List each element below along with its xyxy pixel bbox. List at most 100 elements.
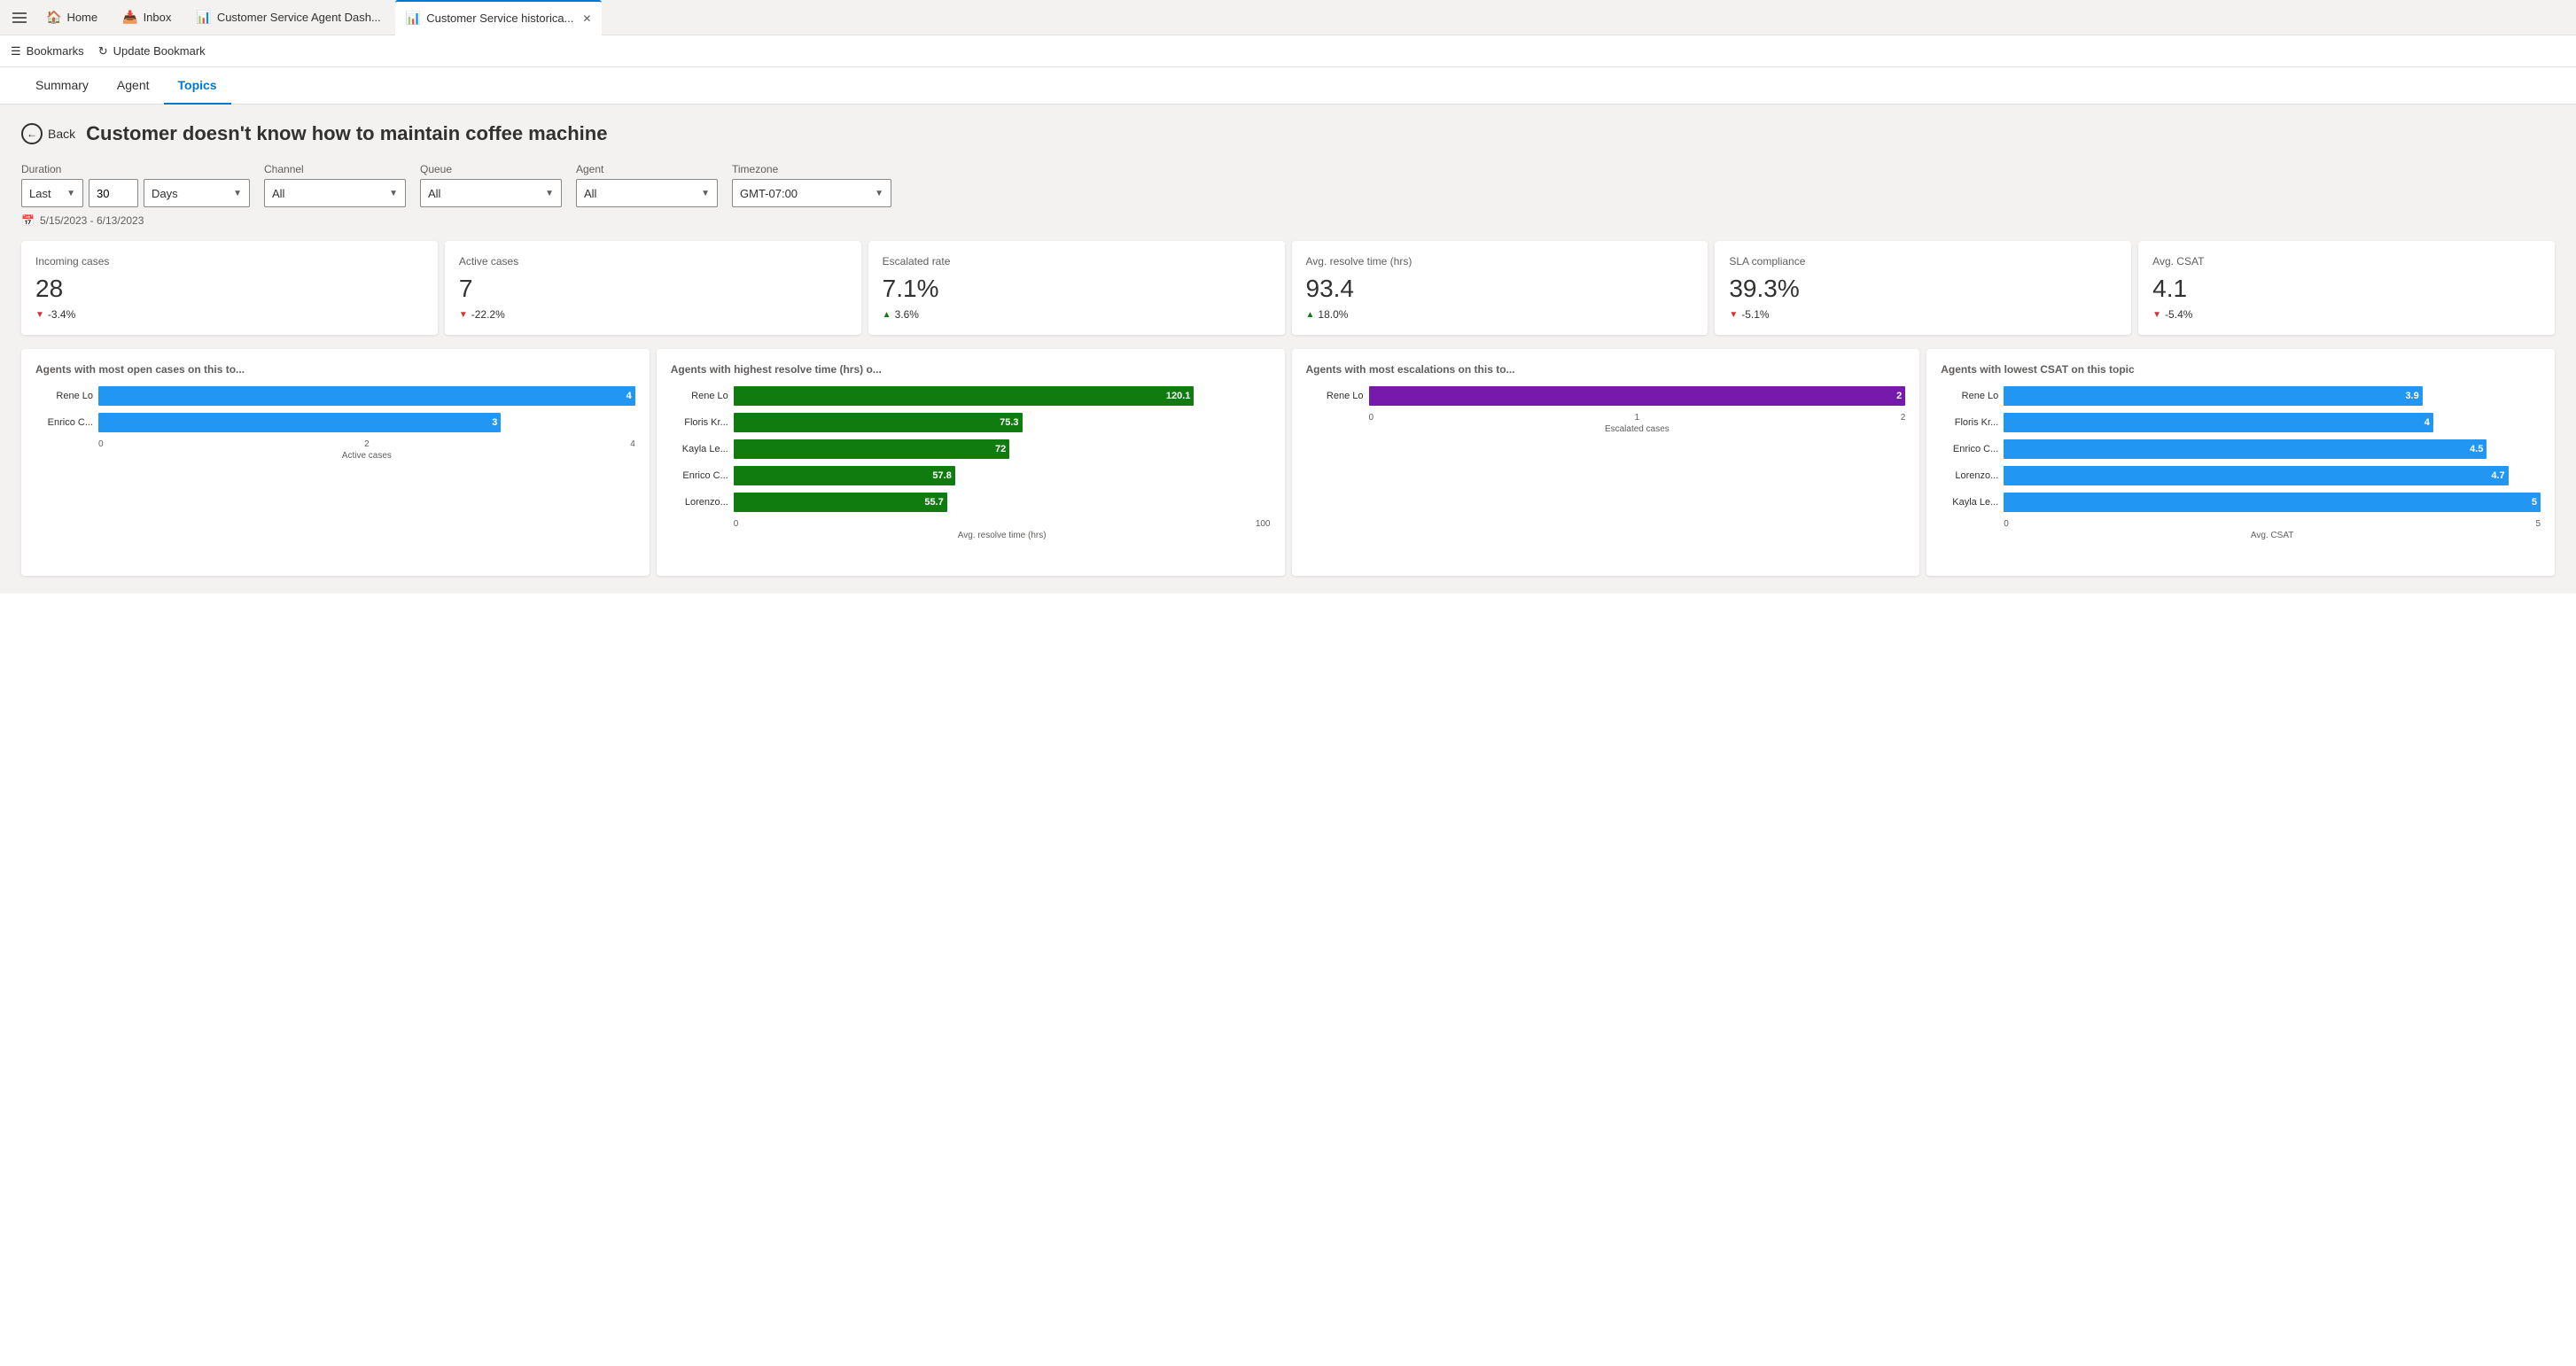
bar-value: 3 xyxy=(492,417,497,428)
bar-container: 3 xyxy=(98,413,635,432)
bar-label: Kayla Le... xyxy=(1941,497,1998,508)
bar-label: Lorenzo... xyxy=(1941,470,1998,481)
kpi-change-value-csat: -5.4% xyxy=(2165,308,2192,321)
bar-container: 75.3 xyxy=(734,413,1271,432)
bar: 57.8 xyxy=(734,466,955,485)
x-axis-label: Avg. CSAT xyxy=(1941,531,2541,540)
kpi-value-resolve: 93.4 xyxy=(1306,275,1694,303)
bar-container: 57.8 xyxy=(734,466,1271,485)
filter-queue: Queue All ▼ xyxy=(420,163,562,207)
kpi-change-value-resolve: 18.0% xyxy=(1318,308,1348,321)
x-axis: 05 xyxy=(1941,519,2541,529)
chart-icon-1: 📊 xyxy=(196,10,211,25)
update-bookmark-label: Update Bookmark xyxy=(113,44,206,58)
filter-row: Duration Last ▼ Days ▼ Channel xyxy=(21,163,2555,207)
bar-value: 55.7 xyxy=(924,497,943,508)
bar: 4 xyxy=(98,386,635,406)
inbox-icon: 📥 xyxy=(122,10,137,25)
chevron-channel-icon: ▼ xyxy=(389,189,398,198)
duration-unit-select[interactable]: Days ▼ xyxy=(144,179,250,207)
bar: 120.1 xyxy=(734,386,1195,406)
bar-label: Rene Lo xyxy=(671,391,728,401)
kpi-change-escalated: ▲ 3.6% xyxy=(883,308,1271,321)
agent-select[interactable]: All ▼ xyxy=(576,179,718,207)
update-bookmark-button[interactable]: ↻ Update Bookmark xyxy=(98,44,206,58)
x-axis-label: Escalated cases xyxy=(1306,424,1906,434)
bookmarks-label: Bookmarks xyxy=(27,44,84,58)
tab-agent-label: Agent xyxy=(117,78,150,92)
date-range: 📅 5/15/2023 - 6/13/2023 xyxy=(21,214,2555,227)
back-button[interactable]: ← Back xyxy=(21,123,75,144)
x-axis-label: Avg. resolve time (hrs) xyxy=(671,531,1271,540)
kpi-arrow-incoming: ▼ xyxy=(35,310,44,320)
bar-value: 4 xyxy=(2424,417,2430,428)
bookmarks-icon: ☰ xyxy=(11,44,21,58)
x-axis-tick: 5 xyxy=(2535,519,2541,529)
duration-label: Duration xyxy=(21,163,250,175)
bar: 4.7 xyxy=(2004,466,2508,485)
bar-row: Kayla Le... 72 xyxy=(671,439,1271,459)
kpi-card-active: Active cases 7 ▼ -22.2% xyxy=(445,241,861,335)
bar-label: Enrico C... xyxy=(35,417,93,428)
bar-value: 57.8 xyxy=(932,470,951,481)
kpi-card-incoming: Incoming cases 28 ▼ -3.4% xyxy=(21,241,438,335)
tab-close-button[interactable]: ✕ xyxy=(582,12,591,25)
bar: 4 xyxy=(2004,413,2433,432)
tab-agent[interactable]: Agent xyxy=(103,67,164,105)
bar-value: 2 xyxy=(1896,391,1902,401)
duration-type-select[interactable]: Last ▼ xyxy=(21,179,83,207)
kpi-value-csat: 4.1 xyxy=(2152,275,2541,303)
kpi-card-sla: SLA compliance 39.3% ▼ -5.1% xyxy=(1715,241,2131,335)
timezone-select[interactable]: GMT-07:00 ▼ xyxy=(732,179,891,207)
top-nav: 🏠 Home 📥 Inbox 📊 Customer Service Agent … xyxy=(0,0,2576,35)
channel-select[interactable]: All ▼ xyxy=(264,179,406,207)
x-axis-label: Active cases xyxy=(35,451,635,461)
bar: 3 xyxy=(98,413,501,432)
filter-agent: Agent All ▼ xyxy=(576,163,718,207)
tab-topics-label: Topics xyxy=(178,78,217,92)
queue-select[interactable]: All ▼ xyxy=(420,179,562,207)
kpi-title-escalated: Escalated rate xyxy=(883,255,1271,268)
bar-container: 2 xyxy=(1369,386,1906,406)
tab-home[interactable]: 🏠 Home xyxy=(35,0,108,35)
timezone-value: GMT-07:00 xyxy=(740,187,798,200)
bar: 3.9 xyxy=(2004,386,2422,406)
chart-card-Agents wit: Agents with most open cases on this to..… xyxy=(21,349,650,576)
bar-label: Rene Lo xyxy=(1306,391,1364,401)
hamburger-menu[interactable] xyxy=(7,5,32,30)
bar-label: Floris Kr... xyxy=(1941,417,1998,428)
kpi-change-value-incoming: -3.4% xyxy=(48,308,75,321)
bar-value: 4.7 xyxy=(2491,470,2504,481)
kpi-change-value-sla: -5.1% xyxy=(1741,308,1769,321)
home-icon: 🏠 xyxy=(46,10,61,25)
kpi-title-csat: Avg. CSAT xyxy=(2152,255,2541,268)
tab-dashboard1[interactable]: 📊 Customer Service Agent Dash... xyxy=(185,0,391,35)
bar-label: Rene Lo xyxy=(35,391,93,401)
chevron-down-icon-2: ▼ xyxy=(233,189,242,198)
chevron-down-icon: ▼ xyxy=(66,189,75,198)
chart-title: Agents with most escalations on this to.… xyxy=(1306,363,1906,376)
duration-value-input[interactable] xyxy=(89,179,138,207)
tab-dashboard2[interactable]: 📊 Customer Service historica... ✕ xyxy=(395,0,603,35)
bar-row: Rene Lo 3.9 xyxy=(1941,386,2541,406)
kpi-title-incoming: Incoming cases xyxy=(35,255,424,268)
tab-topics[interactable]: Topics xyxy=(164,67,231,105)
timezone-label: Timezone xyxy=(732,163,891,175)
tab-inbox[interactable]: 📥 Inbox xyxy=(112,0,182,35)
chart-title: Agents with lowest CSAT on this topic xyxy=(1941,363,2541,376)
bar-value: 4.5 xyxy=(2470,444,2483,454)
bar-chart: Rene Lo 120.1 Floris Kr... 75.3 xyxy=(671,386,1271,562)
kpi-row: Incoming cases 28 ▼ -3.4% Active cases 7… xyxy=(21,241,2555,335)
bar-chart: Rene Lo 2 012Escalated cases xyxy=(1306,386,1906,455)
bar-row: Rene Lo 2 xyxy=(1306,386,1906,406)
chevron-timezone-icon: ▼ xyxy=(875,189,883,198)
kpi-change-active: ▼ -22.2% xyxy=(459,308,847,321)
tab-home-label: Home xyxy=(66,11,97,24)
bar-row: Floris Kr... 75.3 xyxy=(671,413,1271,432)
filter-duration: Duration Last ▼ Days ▼ xyxy=(21,163,250,207)
bar: 55.7 xyxy=(734,493,947,512)
tab-summary[interactable]: Summary xyxy=(21,67,103,105)
bookmarks-button[interactable]: ☰ Bookmarks xyxy=(11,44,84,58)
duration-type-value: Last xyxy=(29,187,51,200)
tab-dashboard2-label: Customer Service historica... xyxy=(426,12,573,25)
